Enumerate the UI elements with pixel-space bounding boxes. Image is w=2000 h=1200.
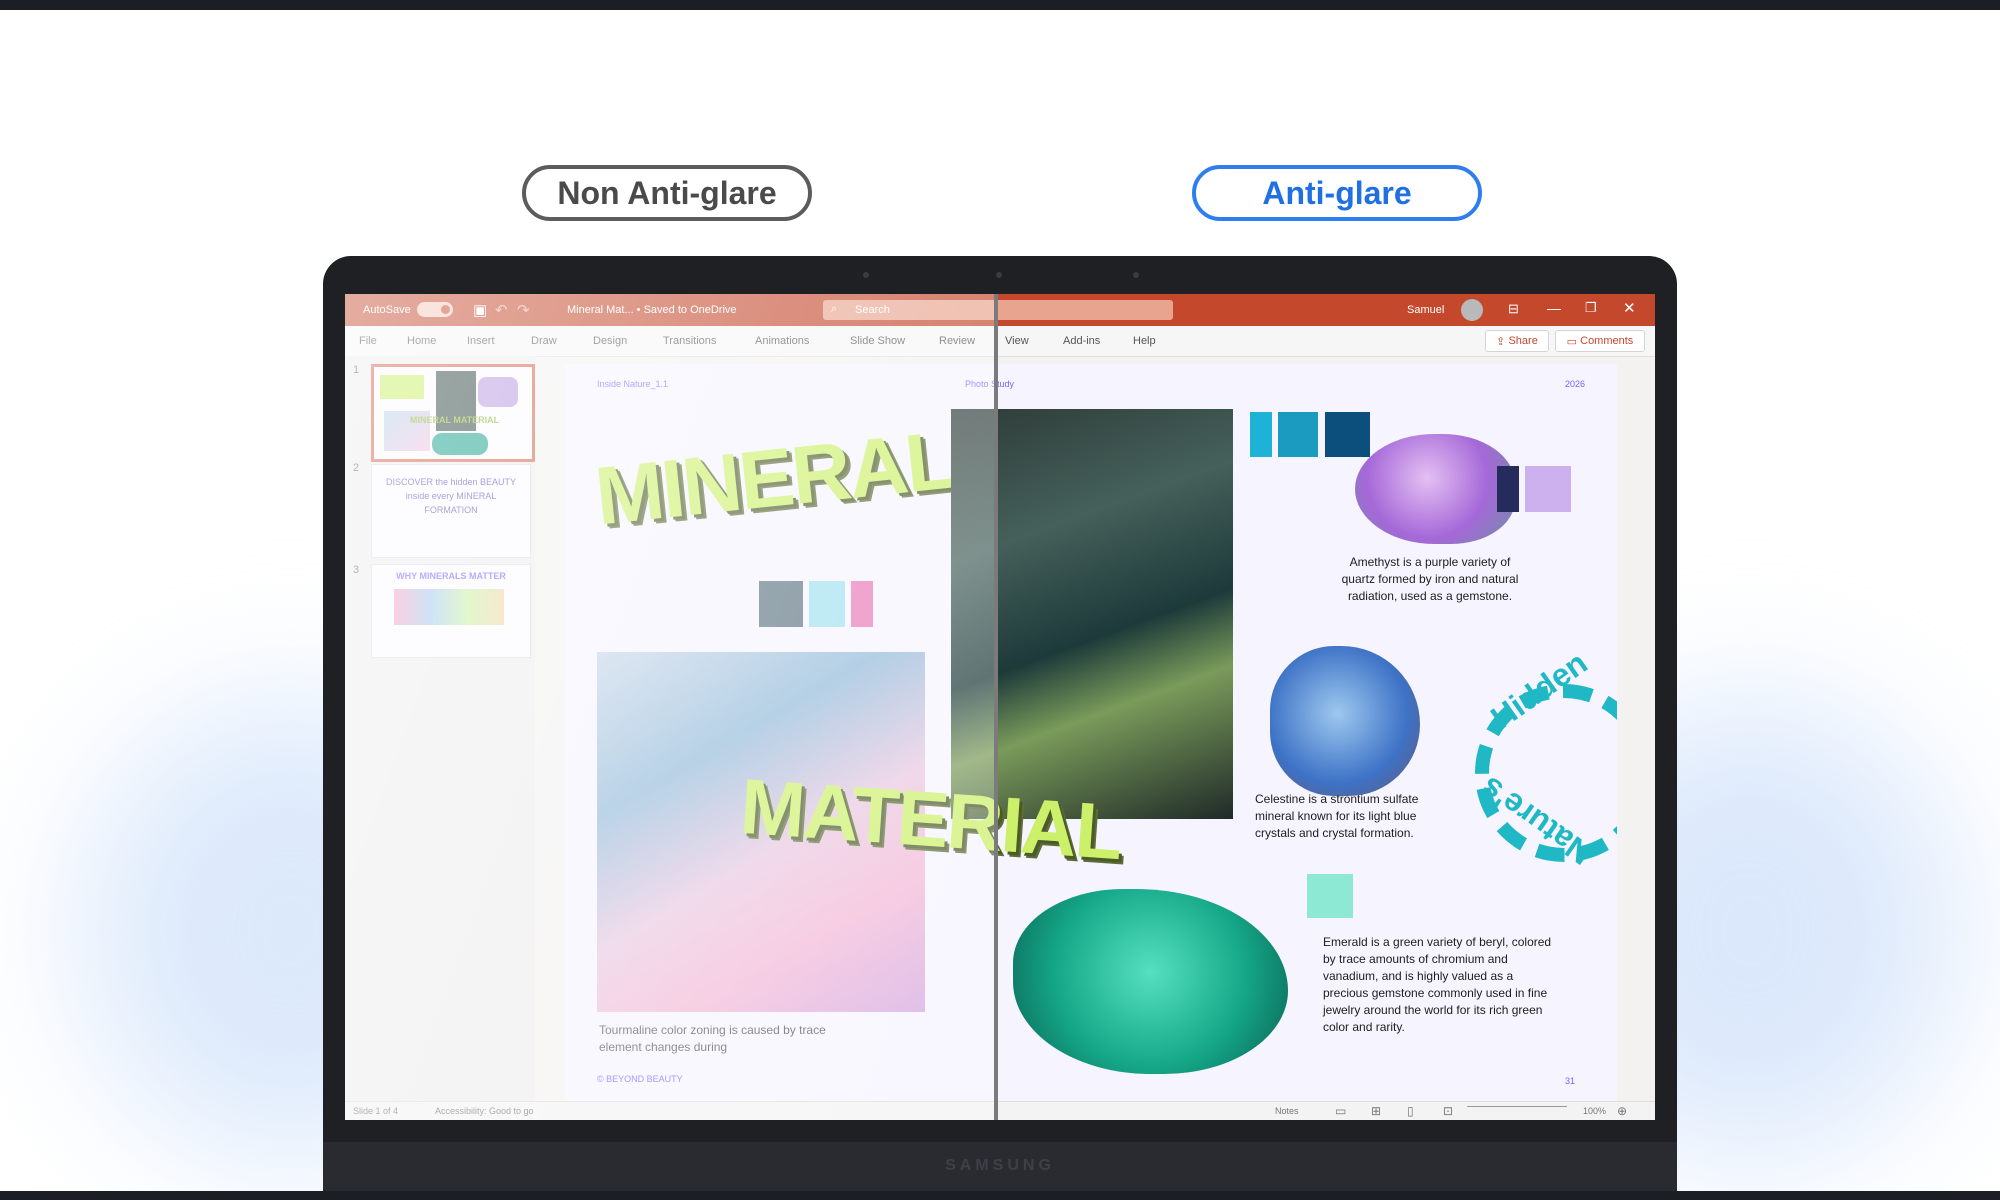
thumbnail-art bbox=[432, 433, 488, 455]
bottom-bar bbox=[0, 1191, 2000, 1200]
slide-canvas[interactable]: Inside Nature_1.1 Photo Study 2026 MINER… bbox=[565, 364, 1617, 1106]
color-swatch bbox=[759, 581, 803, 627]
comparison-divider bbox=[994, 294, 998, 1120]
menu-insert[interactable]: Insert bbox=[467, 335, 495, 347]
comments-label: Comments bbox=[1580, 335, 1634, 347]
menu-animations[interactable]: Animations bbox=[755, 335, 809, 347]
ribbon-display-icon[interactable]: ⊟ bbox=[1508, 301, 1519, 317]
menu-home[interactable]: Home bbox=[407, 335, 436, 347]
menu-draw[interactable]: Draw bbox=[531, 335, 557, 347]
notes-button[interactable]: Notes bbox=[1275, 1106, 1299, 1116]
menu-add-ins[interactable]: Add-ins bbox=[1063, 335, 1100, 347]
title-mineral: MINERAL bbox=[591, 414, 959, 543]
thumbnail-title: DISCOVER the hidden BEAUTY inside every … bbox=[385, 477, 517, 515]
thumbnail-art bbox=[380, 375, 424, 399]
accessibility-status[interactable]: Accessibility: Good to go bbox=[435, 1106, 534, 1116]
search-placeholder: Search bbox=[855, 304, 890, 316]
undo-icon[interactable]: ↶ bbox=[495, 301, 508, 319]
document-title[interactable]: Mineral Mat... • Saved to OneDrive bbox=[567, 304, 737, 316]
redo-icon[interactable]: ↷ bbox=[517, 301, 530, 319]
slide-count: Slide 1 of 4 bbox=[353, 1106, 399, 1116]
autosave-label: AutoSave bbox=[363, 304, 411, 316]
sensor-dot bbox=[863, 272, 869, 278]
normal-view-icon[interactable]: ▭ bbox=[1335, 1104, 1346, 1118]
laptop: AutoSave ▣ ↶ ↷ Mineral Mat... • Saved to… bbox=[323, 256, 1677, 1200]
comments-button[interactable]: ▭ Comments bbox=[1555, 330, 1645, 352]
fit-slide-icon[interactable]: ⊕ bbox=[1617, 1104, 1627, 1118]
ribbon-menu: File Home Insert Draw Design Transitions… bbox=[345, 326, 1655, 357]
color-swatch bbox=[809, 581, 845, 627]
autosave-toggle[interactable] bbox=[417, 302, 453, 317]
color-swatch bbox=[1497, 466, 1519, 512]
amethyst-photo bbox=[1355, 434, 1515, 544]
minimize-icon[interactable]: — bbox=[1547, 300, 1561, 316]
color-swatch bbox=[1325, 412, 1370, 457]
reading-view-icon[interactable]: ▯ bbox=[1407, 1104, 1414, 1118]
thumbnail-art bbox=[394, 589, 504, 625]
search-icon: ⌕ bbox=[831, 303, 838, 315]
color-swatch bbox=[1307, 874, 1353, 918]
slideshow-icon[interactable]: ⊡ bbox=[1443, 1104, 1453, 1118]
menu-design[interactable]: Design bbox=[593, 335, 627, 347]
status-bar: Slide 1 of 4 Accessibility: Good to go N… bbox=[345, 1101, 1655, 1120]
comment-icon: ▭ bbox=[1566, 335, 1581, 348]
non-antiglare-label: Non Anti-glare bbox=[522, 165, 812, 221]
laptop-screen: AutoSave ▣ ↶ ↷ Mineral Mat... • Saved to… bbox=[345, 294, 1655, 1120]
share-label: Share bbox=[1508, 335, 1538, 347]
emerald-photo bbox=[1013, 889, 1288, 1074]
menu-view[interactable]: View bbox=[1005, 335, 1029, 347]
menu-file[interactable]: File bbox=[359, 335, 377, 347]
tourmaline-caption: Tourmaline color zoning is caused by tra… bbox=[599, 1023, 826, 1054]
slide-thumbnail-3[interactable]: WHY MINERALS MATTER bbox=[371, 564, 531, 658]
thumbnail-number: 3 bbox=[353, 564, 360, 576]
menu-slide-show[interactable]: Slide Show bbox=[850, 335, 905, 347]
laptop-brand: SAMSUNG bbox=[945, 1157, 1055, 1174]
color-swatch bbox=[1250, 412, 1272, 457]
save-icon[interactable]: ▣ bbox=[473, 301, 487, 319]
share-button[interactable]: ⇪ Share bbox=[1485, 330, 1549, 352]
thumbnail-number: 1 bbox=[353, 364, 360, 376]
thumbnail-number: 2 bbox=[353, 462, 360, 474]
color-swatch bbox=[1278, 412, 1318, 457]
zoom-level[interactable]: 100% bbox=[1583, 1106, 1606, 1116]
thumbnail-art bbox=[478, 377, 518, 407]
menu-help[interactable]: Help bbox=[1133, 335, 1156, 347]
title-bar: AutoSave ▣ ↶ ↷ Mineral Mat... • Saved to… bbox=[345, 294, 1655, 326]
amethyst-caption: Amethyst is a purple variety of quartz f… bbox=[1341, 555, 1519, 603]
color-swatch bbox=[851, 581, 873, 627]
restore-icon[interactable]: ❐ bbox=[1585, 300, 1597, 316]
webcam bbox=[996, 272, 1002, 278]
search-box[interactable]: ⌕ Search bbox=[823, 300, 1173, 320]
sensor-dot bbox=[1133, 272, 1139, 278]
slide-header-left: Inside Nature_1.1 bbox=[597, 379, 669, 389]
top-bar bbox=[0, 0, 2000, 10]
menu-transitions[interactable]: Transitions bbox=[663, 335, 716, 347]
menu-review[interactable]: Review bbox=[939, 335, 975, 347]
avatar[interactable] bbox=[1461, 299, 1483, 321]
celestine-caption: Celestine is a strontium sulfate mineral… bbox=[1255, 792, 1419, 840]
celestine-photo bbox=[1270, 646, 1420, 796]
slide-footer-left: © BEYOND BEAUTY bbox=[597, 1074, 683, 1084]
slide-thumbnail-2[interactable]: DISCOVER the hidden BEAUTY inside every … bbox=[371, 464, 531, 558]
thumbnail-title: MINERAL MATERIAL bbox=[410, 415, 500, 425]
user-name[interactable]: Samuel bbox=[1407, 304, 1444, 316]
slide-thumbnails-pane: 1 MINERAL MATERIAL 2 DISCOVER the hidden… bbox=[345, 356, 535, 1116]
slide-header-right: 2026 bbox=[1565, 379, 1586, 389]
slide-thumbnail-1[interactable]: MINERAL MATERIAL bbox=[371, 364, 535, 462]
close-icon[interactable]: ✕ bbox=[1623, 299, 1636, 317]
slide-sorter-icon[interactable]: ⊞ bbox=[1371, 1104, 1381, 1118]
slide-header-mid: Photo Study bbox=[965, 379, 1015, 389]
slide-page-number: 31 bbox=[1565, 1076, 1576, 1086]
emerald-caption: Emerald is a green variety of beryl, col… bbox=[1323, 935, 1552, 1034]
share-icon: ⇪ bbox=[1496, 335, 1509, 348]
thumbnail-title: WHY MINERALS MATTER bbox=[396, 571, 506, 581]
zoom-slider[interactable] bbox=[1467, 1106, 1567, 1107]
antiglare-label: Anti-glare bbox=[1192, 165, 1482, 221]
color-swatch bbox=[1525, 466, 1571, 512]
